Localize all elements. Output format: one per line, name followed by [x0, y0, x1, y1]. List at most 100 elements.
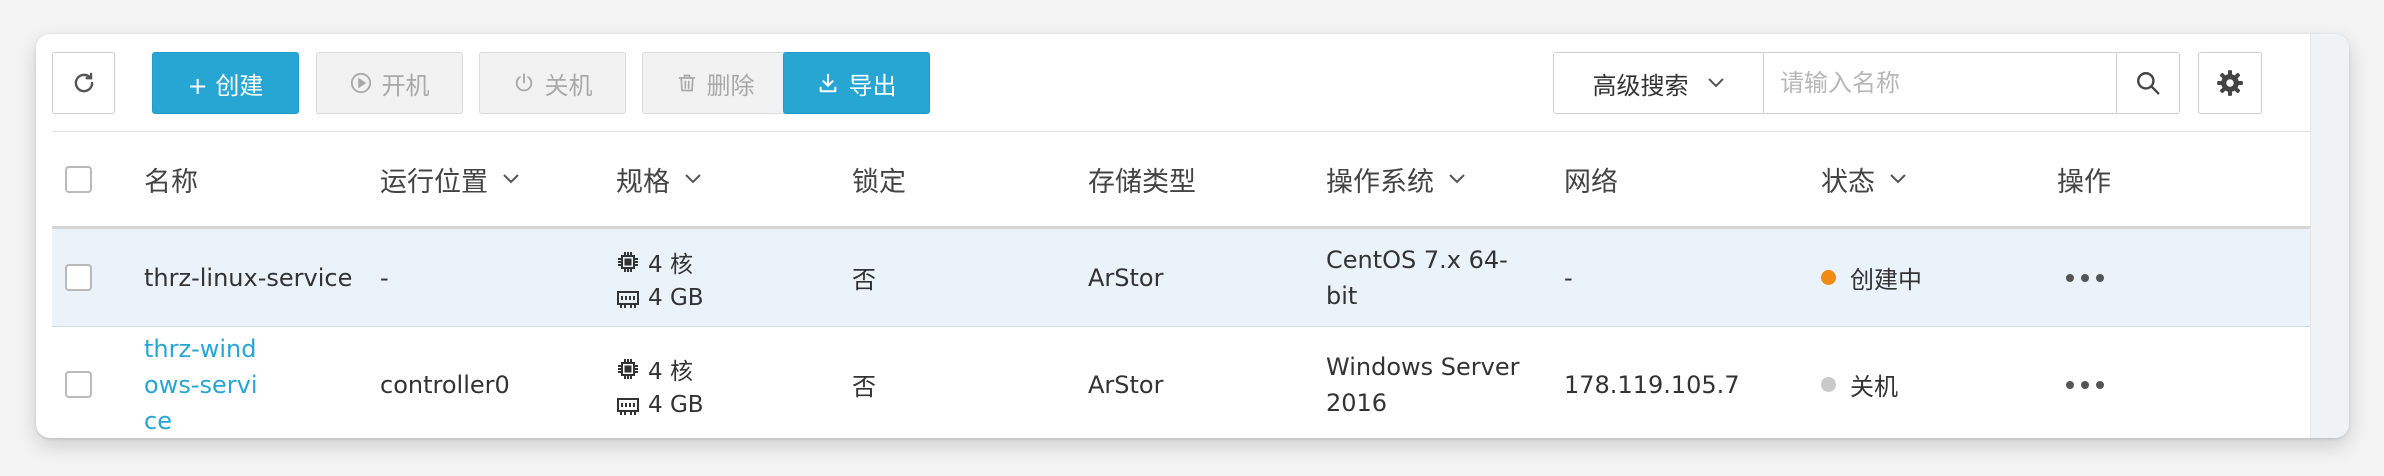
column-header-label: 名称 [144, 166, 198, 198]
instance-location: controller0 [380, 370, 510, 399]
memory-spec: 4 GB [616, 285, 704, 311]
refresh-button[interactable] [52, 52, 115, 114]
more-dot-icon [2066, 380, 2074, 389]
export-button[interactable]: 导出 [783, 52, 930, 114]
cpu-value: 4 核 [648, 251, 693, 278]
cpu-spec: 4 核 [616, 352, 693, 386]
delete-button-label: 删除 [706, 71, 755, 100]
instance-storage: ArStor [1088, 370, 1164, 399]
search-button[interactable] [2116, 53, 2179, 113]
column-header-label: 锁定 [852, 166, 906, 198]
instance-status: 创建中 [1821, 229, 1922, 326]
column-header-storage: 存储类型 [1088, 132, 1196, 226]
column-header-label: 操作 [2057, 166, 2111, 198]
row-checkbox[interactable] [65, 371, 92, 398]
status-label: 创建中 [1850, 266, 1922, 294]
cpu-spec: 4 核 [616, 245, 693, 279]
column-header-label: 运行位置 [380, 166, 488, 198]
start-button-label: 开机 [381, 71, 430, 100]
instance-storage: ArStor [1088, 263, 1164, 292]
search-type-label: 高级搜索 [1592, 71, 1689, 100]
cpu-value: 4 核 [648, 358, 693, 385]
power-icon [515, 73, 532, 92]
export-button-label: 导出 [848, 71, 897, 100]
instance-spec: 4 核 4 GB [616, 229, 704, 326]
table-row[interactable]: thrz-linux-service - 4 核 4 GB 否 ArStor C… [52, 229, 2311, 327]
delete-button[interactable]: 删除 [642, 52, 789, 114]
chevron-down-icon [503, 174, 519, 184]
column-header-locked: 锁定 [852, 132, 906, 226]
trash-icon [678, 74, 695, 92]
create-button-label: + 创建 [187, 71, 264, 100]
table-header: 名称 运行位置 规格 锁定 存储类型 操作系统 网络 状态 操作 [52, 131, 2311, 229]
column-header-network: 网络 [1564, 132, 1618, 226]
gear-icon [2217, 70, 2243, 96]
more-actions-button[interactable] [2066, 327, 2104, 438]
table-row[interactable]: thrz-windows-service controller0 4 核 4 G… [52, 327, 2311, 438]
column-header-status[interactable]: 状态 [1821, 132, 1907, 226]
more-dot-icon [2096, 380, 2104, 389]
memory-value: 4 GB [648, 284, 704, 311]
instance-network: 178.119.105.7 [1564, 370, 1740, 399]
cpu-icon [618, 251, 638, 272]
memory-spec: 4 GB [616, 392, 704, 418]
select-all-checkbox[interactable] [65, 165, 92, 193]
play-circle-icon [350, 72, 371, 94]
refresh-icon [74, 72, 93, 93]
select-all-cell [65, 132, 92, 226]
column-header-label: 状态 [1821, 166, 1875, 198]
more-dot-icon [2081, 380, 2089, 389]
instance-name-link[interactable]: thrz-windows-service [144, 331, 262, 439]
column-header-os[interactable]: 操作系统 [1326, 132, 1466, 226]
chevron-down-icon [1890, 174, 1906, 184]
instance-location: - [380, 263, 389, 292]
instance-list-panel: + 创建 开机 关机 删除 导出 高级搜索 请输入名称 名称 运行位置 规格 锁… [36, 34, 2349, 438]
memory-value: 4 GB [648, 391, 704, 418]
instance-os: CentOS 7.x 64-bit [1326, 245, 1508, 310]
column-header-label: 存储类型 [1088, 166, 1196, 198]
instance-name[interactable]: thrz-linux-service [144, 229, 352, 326]
search-box: 高级搜索 [1553, 52, 2180, 114]
more-dot-icon [2081, 273, 2089, 282]
column-header-label: 网络 [1564, 166, 1618, 198]
more-dot-icon [2066, 273, 2074, 282]
column-header-name: 名称 [144, 132, 198, 226]
column-header-spec[interactable]: 规格 [616, 132, 702, 226]
settings-button[interactable] [2198, 52, 2262, 114]
search-icon [2137, 72, 2160, 95]
chevron-down-icon [1707, 78, 1724, 88]
memory-icon [617, 397, 639, 415]
row-select-cell [65, 327, 92, 438]
column-header-label: 操作系统 [1326, 166, 1434, 198]
create-button[interactable]: + 创建 [152, 52, 299, 114]
shutdown-button[interactable]: 关机 [479, 52, 626, 114]
instance-locked: 否 [852, 266, 876, 294]
memory-icon [617, 290, 639, 308]
chevron-down-icon [685, 174, 701, 184]
instance-spec: 4 核 4 GB [616, 327, 704, 438]
column-header-actions: 操作 [2057, 132, 2111, 226]
instance-locked: 否 [852, 373, 876, 401]
instance-status: 关机 [1821, 327, 1898, 438]
more-actions-button[interactable] [2066, 229, 2104, 326]
instance-name-cell: thrz-windows-service [144, 327, 262, 438]
status-dot [1821, 270, 1836, 285]
search-input[interactable] [1764, 53, 2116, 113]
instance-network: - [1564, 263, 1573, 292]
shutdown-button-label: 关机 [544, 71, 593, 100]
status-label: 关机 [1850, 373, 1898, 401]
row-checkbox[interactable] [65, 264, 92, 291]
row-select-cell [65, 229, 92, 326]
vertical-scrollbar[interactable] [2310, 34, 2349, 438]
status-dot [1821, 377, 1836, 392]
start-button[interactable]: 开机 [316, 52, 463, 114]
search-type-dropdown[interactable]: 高级搜索 [1554, 53, 1764, 113]
download-icon [819, 73, 836, 93]
more-dot-icon [2096, 273, 2104, 282]
column-header-location[interactable]: 运行位置 [380, 132, 520, 226]
column-header-label: 规格 [616, 166, 670, 198]
cpu-icon [618, 358, 638, 379]
instance-os: Windows Server 2016 [1326, 352, 1520, 417]
toolbar: + 创建 开机 关机 删除 导出 高级搜索 请输入名称 [36, 34, 2311, 131]
chevron-down-icon [1449, 174, 1465, 184]
